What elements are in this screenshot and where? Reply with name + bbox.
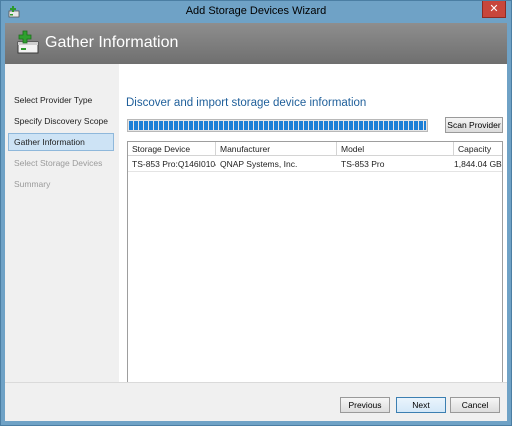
column-header-model[interactable]: Model bbox=[337, 142, 454, 156]
cell-storage-device: TS-853 Pro:Q146I01045 bbox=[132, 159, 216, 169]
column-header-manufacturer[interactable]: Manufacturer bbox=[216, 142, 337, 156]
window-title: Add Storage Devices Wizard bbox=[185, 5, 327, 17]
nav-item-specify-discovery-scope[interactable]: Specify Discovery Scope bbox=[8, 112, 114, 130]
nav-item-select-provider-type[interactable]: Select Provider Type bbox=[8, 91, 114, 109]
next-button[interactable]: Next bbox=[396, 397, 446, 413]
section-title: Discover and import storage device infor… bbox=[126, 97, 367, 109]
wizard-window: Add Storage Devices Wizard ✕ Gather Info… bbox=[0, 0, 512, 426]
previous-button[interactable]: Previous bbox=[340, 397, 390, 413]
title-bar[interactable]: Add Storage Devices Wizard ✕ bbox=[1, 1, 511, 23]
table-header: Storage Device Manufacturer Model Capaci… bbox=[128, 142, 502, 156]
table-row[interactable]: TS-853 Pro:Q146I01045 QNAP Systems, Inc.… bbox=[128, 157, 502, 172]
column-header-storage-device[interactable]: Storage Device bbox=[128, 142, 216, 156]
wizard-footer: Previous Next Cancel bbox=[5, 382, 507, 421]
nav-item-select-storage-devices: Select Storage Devices bbox=[14, 158, 103, 168]
close-icon: ✕ bbox=[489, 3, 499, 15]
nav-item-summary: Summary bbox=[14, 179, 51, 189]
wizard-header: Gather Information bbox=[5, 23, 507, 64]
scan-provider-button[interactable]: Scan Provider bbox=[445, 117, 503, 133]
page-title: Gather Information bbox=[45, 34, 179, 51]
cell-manufacturer: QNAP Systems, Inc. bbox=[220, 159, 298, 169]
progress-fill bbox=[129, 121, 426, 130]
cell-model: TS-853 Pro bbox=[341, 159, 385, 169]
discovery-progress-bar bbox=[127, 119, 428, 132]
column-header-capacity[interactable]: Capacity bbox=[454, 142, 502, 156]
wizard-client-area: Gather Information Select Provider Type … bbox=[5, 23, 507, 421]
cancel-button[interactable]: Cancel bbox=[450, 397, 500, 413]
storage-add-icon bbox=[17, 30, 39, 54]
nav-item-gather-information[interactable]: Gather Information bbox=[8, 133, 114, 151]
wizard-steps-nav: Select Provider Type Specify Discovery S… bbox=[5, 64, 117, 382]
cell-capacity: 1,844.04 GB bbox=[454, 159, 502, 169]
main-panel: Discover and import storage device infor… bbox=[119, 64, 507, 410]
close-button[interactable]: ✕ bbox=[482, 1, 506, 18]
storage-devices-table[interactable]: Storage Device Manufacturer Model Capaci… bbox=[127, 141, 503, 410]
